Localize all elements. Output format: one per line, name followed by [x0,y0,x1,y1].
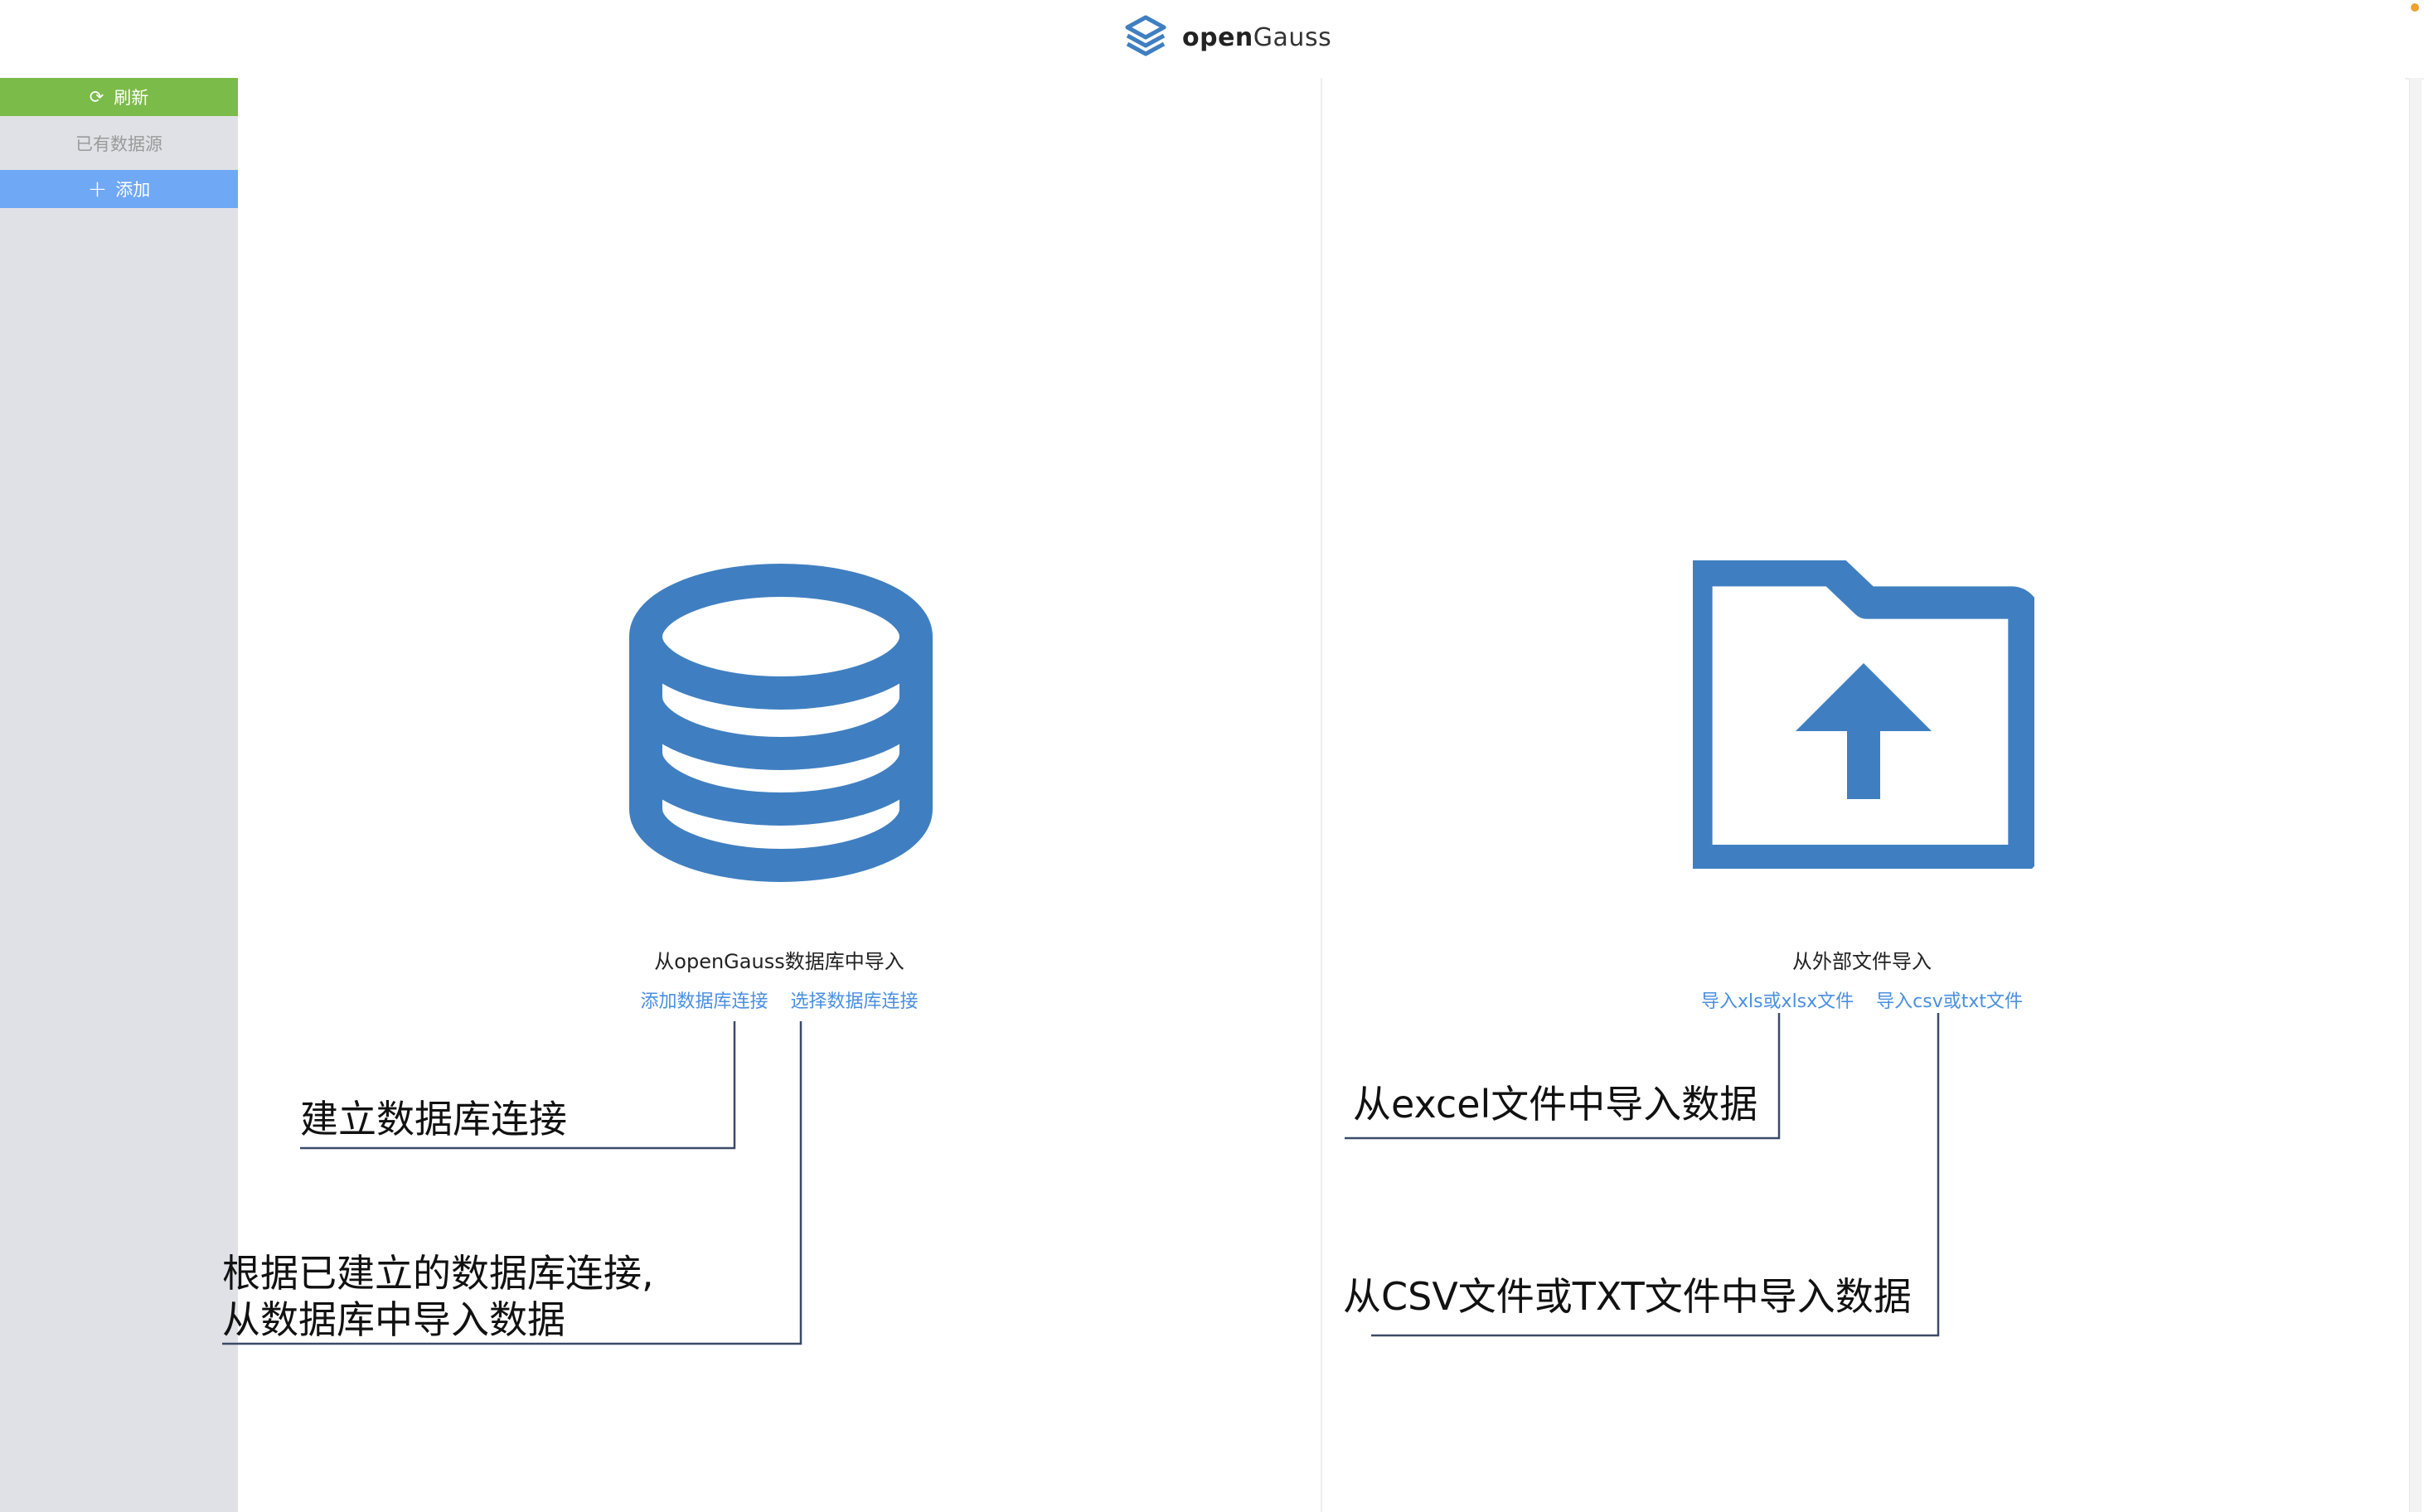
notification-dot [2411,3,2419,12]
import-csv-link[interactable]: 导入csv或txt文件 [1876,991,2023,1012]
file-import-title: 从外部文件导入 [1792,950,1932,973]
sidebar: ⟳ 刷新 已有数据源 + 添加 [0,78,238,1512]
refresh-label: 刷新 [114,88,149,108]
database-icon [629,564,933,882]
annotation-create-connection: 建立数据库连接 [300,1097,567,1141]
annotation-from-connection: 根据已建立的数据库连接, 从数据库中导入数据 [222,1250,654,1343]
annotation-from-csv-txt: 从CSV文件或TXT文件中导入数据 [1343,1274,1912,1319]
plus-icon: + [87,175,108,202]
existing-datasources-item[interactable]: 已有数据源 [0,124,238,162]
add-label: 添加 [115,180,151,200]
annotation-from-excel: 从excel文件中导入数据 [1353,1082,1758,1127]
scrollbar[interactable] [2409,78,2422,1512]
opengauss-logo-icon [1125,15,1166,56]
folder-upload-icon [1693,560,2034,869]
import-xls-link[interactable]: 导入xls或xlsx文件 [1701,991,1854,1012]
logo-text: openGauss [1182,22,1332,52]
existing-datasources-label: 已有数据源 [75,134,162,154]
refresh-icon: ⟳ [89,87,104,107]
file-import-links: 导入xls或xlsx文件 导入csv或txt文件 [1530,986,2194,1013]
annotation-from-connection-line1: 根据已建立的数据库连接, [222,1251,654,1296]
annotation-from-connection-line2: 从数据库中导入数据 [222,1297,565,1342]
add-database-connection-link[interactable]: 添加数据库连接 [640,991,768,1012]
add-button[interactable]: + 添加 [0,170,238,208]
database-import-links: 添加数据库连接 选择数据库连接 [448,986,1111,1013]
opengauss-logo: openGauss [1121,12,1331,63]
refresh-button[interactable]: ⟳ 刷新 [0,78,238,116]
top-header: openGauss [0,0,2424,80]
database-import-title: 从openGauss数据库中导入 [654,950,904,973]
select-database-connection-link[interactable]: 选择数据库连接 [791,991,919,1012]
